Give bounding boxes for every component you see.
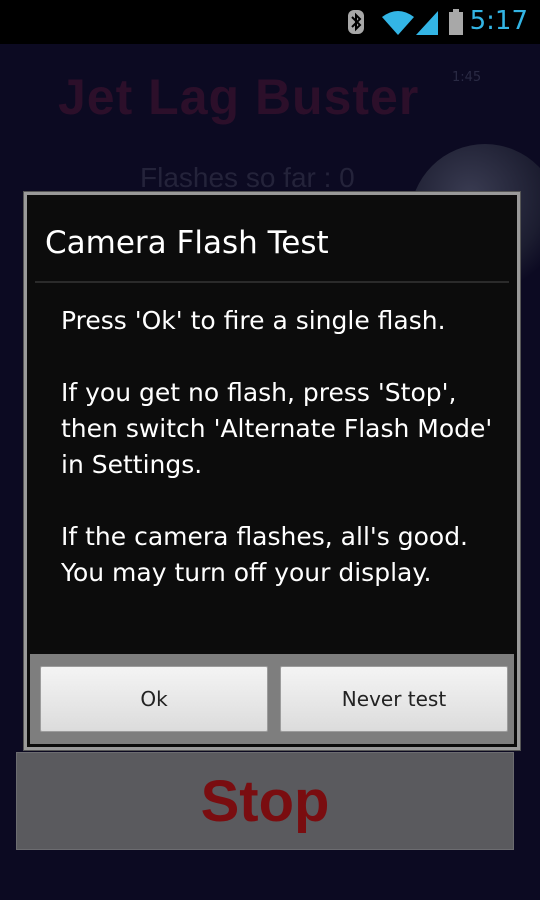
dialog-content: Camera Flash Test Press 'Ok' to fire a s… xyxy=(27,195,517,747)
ok-button[interactable]: Ok xyxy=(40,666,268,732)
app-title: Jet Lag Buster xyxy=(58,69,420,125)
dialog-paragraph: If the camera flashes, all's good. You m… xyxy=(61,522,469,587)
status-bar: 5:17 xyxy=(0,0,540,44)
bluetooth-icon xyxy=(348,10,364,34)
battery-icon xyxy=(449,9,463,35)
stop-button[interactable]: Stop xyxy=(16,752,514,850)
dialog-message: Press 'Ok' to fire a single flash. If yo… xyxy=(61,303,501,627)
dialog-paragraph: Press 'Ok' to fire a single flash. xyxy=(61,306,446,335)
dialog-paragraph: If you get no flash, press 'Stop', then … xyxy=(61,378,493,479)
never-test-button[interactable]: Never test xyxy=(280,666,508,732)
dialog-divider xyxy=(35,281,509,283)
status-time: 5:17 xyxy=(469,6,528,36)
camera-flash-test-dialog: Camera Flash Test Press 'Ok' to fire a s… xyxy=(24,192,520,750)
dialog-button-bar: Ok Never test xyxy=(30,654,514,744)
app-clock: 1:45 xyxy=(452,70,482,85)
dialog-title: Camera Flash Test xyxy=(45,225,329,261)
signal-icon xyxy=(416,11,438,35)
wifi-icon xyxy=(382,11,414,35)
flash-count-label: Flashes so far : 0 xyxy=(140,162,355,193)
stop-button-label: Stop xyxy=(200,768,330,834)
